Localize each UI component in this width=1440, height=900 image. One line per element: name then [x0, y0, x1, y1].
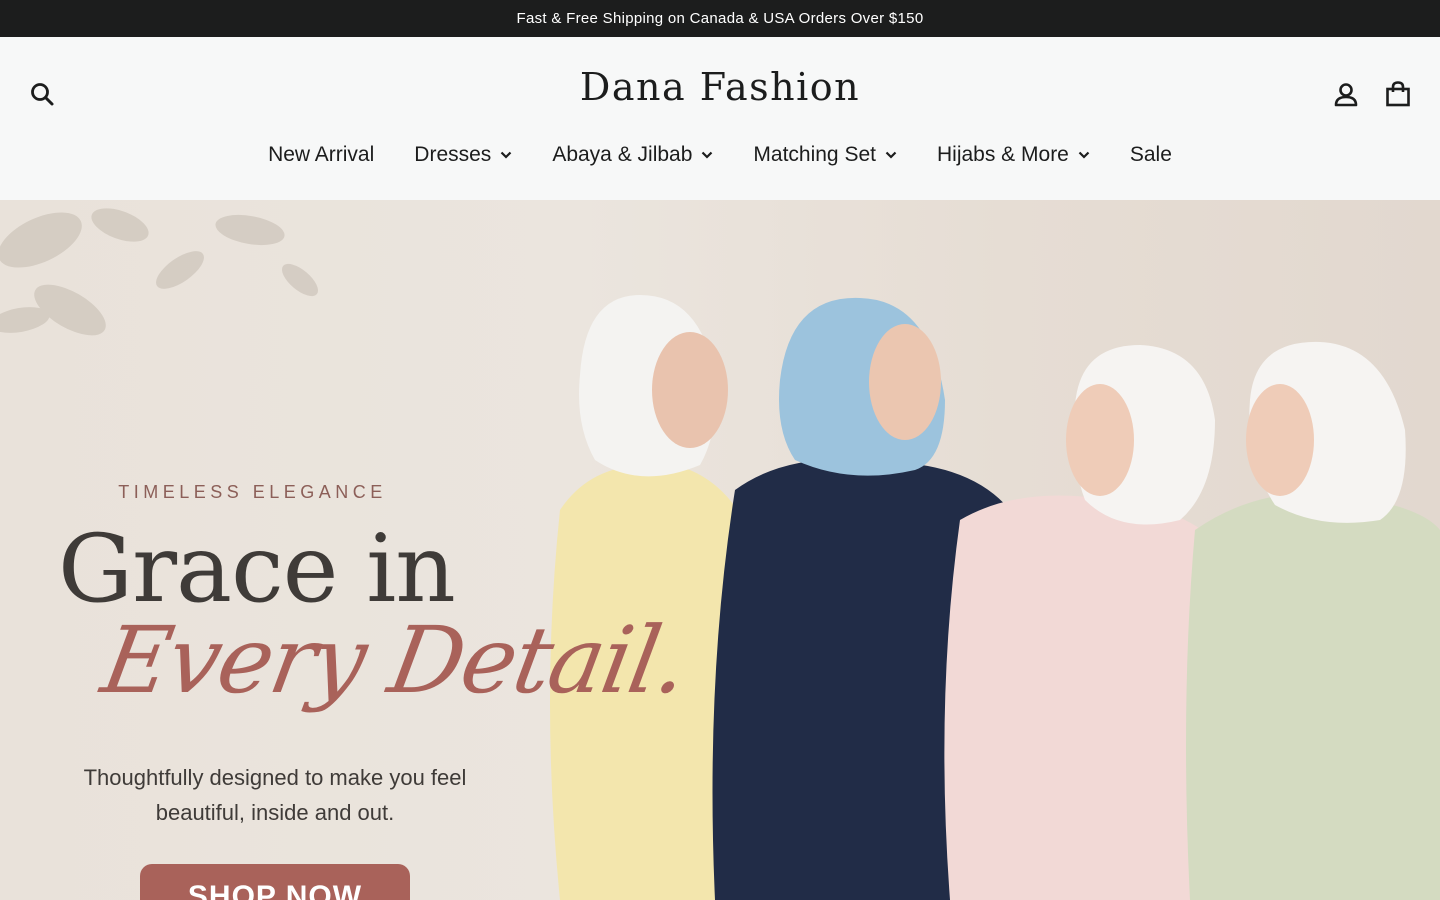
hero-tagline-line: beautiful, inside and out.: [155, 800, 395, 825]
nav-item-hijabs-more[interactable]: Hijabs & More: [917, 143, 1110, 167]
nav-item-label: Sale: [1129, 143, 1172, 166]
site-logo[interactable]: Dana Fashion: [0, 65, 1440, 109]
nav-item-label: Dresses: [414, 143, 492, 166]
chevron-down-icon: [501, 151, 512, 159]
hero-banner[interactable]: TIMELESS ELEGANCE Grace in Every Detail.…: [0, 200, 1440, 900]
hero-tagline-line: Thoughtfully designed to make you feel: [83, 765, 467, 790]
shopping-bag-icon: [1386, 81, 1410, 107]
nav-item-label: Abaya & Jilbab: [552, 143, 693, 166]
hero-tagline: Thoughtfully designed to make you feel b…: [60, 760, 490, 830]
nav-item-dresses[interactable]: Dresses: [394, 143, 532, 167]
account-button[interactable]: [1329, 77, 1363, 111]
cart-button[interactable]: [1381, 77, 1415, 111]
nav-item-sale[interactable]: Sale: [1110, 143, 1192, 167]
chevron-down-icon: [885, 151, 897, 159]
shop-now-button[interactable]: SHOP NOW: [140, 864, 410, 900]
main-nav: New Arrival Dresses Abaya & Jilbab Match…: [0, 137, 1440, 173]
hero-eyebrow: TIMELESS ELEGANCE: [118, 482, 387, 502]
nav-item-new-arrival[interactable]: New Arrival: [248, 143, 394, 167]
nav-item-abaya-jilbab[interactable]: Abaya & Jilbab: [532, 143, 733, 167]
nav-item-label: Hijabs & More: [936, 143, 1069, 166]
announcement-bar: Fast & Free Shipping on Canada & USA Ord…: [0, 0, 1440, 37]
nav-item-label: Matching Set: [753, 143, 876, 166]
site-header: Dana Fashion New Arrival Dresses Abaya &…: [0, 37, 1440, 200]
nav-item-matching-set[interactable]: Matching Set: [733, 143, 917, 167]
user-icon: [1334, 83, 1358, 107]
hero-script-line: Every Detail.: [94, 607, 695, 714]
chevron-down-icon: [1078, 151, 1090, 159]
announcement-text: Fast & Free Shipping on Canada & USA Ord…: [516, 10, 924, 27]
nav-item-label: New Arrival: [268, 143, 375, 166]
chevron-down-icon: [702, 151, 713, 159]
